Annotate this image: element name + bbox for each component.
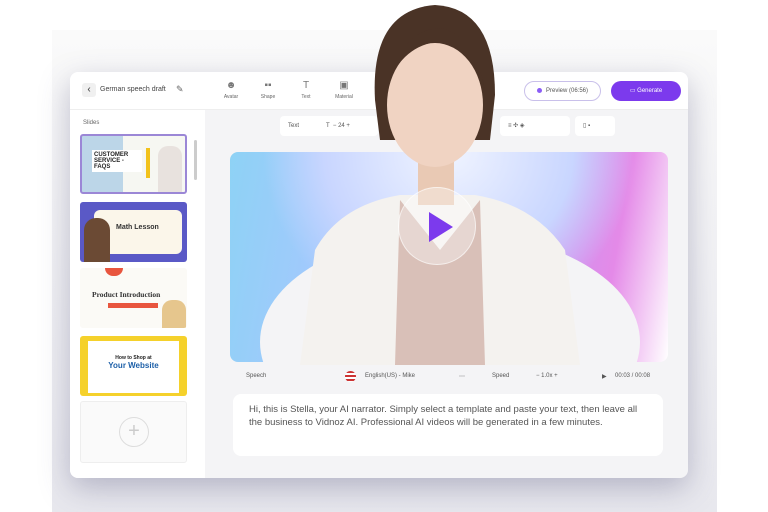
play-audio-icon[interactable]: ▶: [602, 373, 607, 380]
tool-label: Avatar: [223, 94, 239, 100]
slide-subtitle: Your Website: [108, 361, 159, 370]
generate-label: Generate: [637, 88, 663, 94]
speech-bar: Speech English(US) - Mike ⋯ Speed − 1.0x…: [230, 367, 668, 387]
slide-title: Product Introduction: [92, 290, 161, 299]
slides-sidebar: Slides CUSTOMER SERVICE - FAQS Math Less…: [70, 110, 205, 478]
tool-avatar[interactable]: ☻ Avatar: [216, 80, 246, 100]
pencil-icon[interactable]: ✎: [176, 84, 184, 95]
slide-thumbnail[interactable]: Math Lesson: [80, 202, 187, 262]
voice-select[interactable]: English(US) - Mike: [365, 373, 415, 379]
slide-thumbnail[interactable]: CUSTOMER SERVICE - FAQS: [80, 134, 187, 194]
script-textarea[interactable]: Hi, this is Stella, your AI narrator. Si…: [233, 394, 663, 456]
audio-time: 00:03 / 00:08: [615, 373, 651, 379]
project-title: German speech draft: [100, 86, 166, 93]
avatar-icon: ☻: [225, 80, 237, 91]
speech-label: Speech: [246, 373, 267, 379]
speed-value: 1.0x: [541, 373, 553, 379]
tool-shape[interactable]: ▪▪ Shape: [253, 80, 283, 100]
slide-thumbnail[interactable]: Product Introduction: [80, 268, 187, 328]
scrollbar[interactable]: [194, 140, 197, 180]
slides-label: Slides: [83, 120, 100, 126]
speed-stepper[interactable]: − 1.0x +: [536, 373, 558, 379]
plus-icon: +: [119, 417, 149, 447]
add-slide-button[interactable]: +: [80, 401, 187, 463]
more-icon[interactable]: ⋯: [459, 373, 465, 380]
us-flag-icon: [345, 371, 356, 382]
shape-icon: ▪▪: [264, 80, 272, 91]
play-video-button[interactable]: [398, 187, 476, 265]
generate-button[interactable]: ▭ Generate: [611, 81, 681, 101]
tool-label: Shape: [260, 94, 276, 100]
slide-thumbnail[interactable]: How to Shop at Your Website: [80, 336, 187, 396]
speed-label: Speed: [492, 373, 510, 379]
chevron-left-icon[interactable]: ‹: [82, 83, 96, 97]
slide-title: Math Lesson: [116, 224, 159, 231]
avatar-presenter: [300, 5, 580, 365]
slide-title: CUSTOMER SERVICE - FAQS: [92, 150, 142, 172]
